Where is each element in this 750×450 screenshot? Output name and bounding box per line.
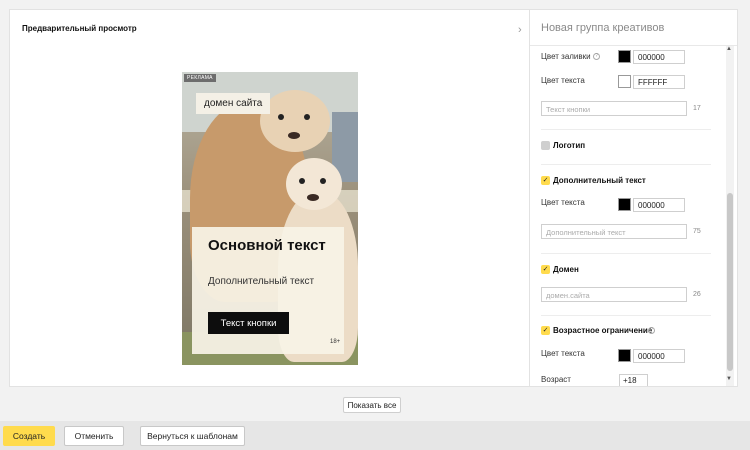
info-icon[interactable]: ? [648,327,655,334]
age-limit-checkbox[interactable]: ✓ [541,326,550,335]
ad-button: Текст кнопки [208,312,289,334]
extra-text-counter: 75 [693,228,701,235]
fill-color-label: Цвет заливки [541,52,591,61]
divider [541,129,711,130]
llama-eye [304,114,310,120]
llama-young-head [286,158,342,210]
back-to-templates-button[interactable]: Вернуться к шаблонам [140,426,245,446]
text-color-label: Цвет текста [541,76,585,85]
ad-badge: РЕКЛАМА [184,74,216,82]
divider [541,253,711,254]
age-text-color-label: Цвет текста [541,349,585,358]
divider [541,164,711,165]
ad-main-text: Основной текст [208,237,326,254]
scroll-up-icon[interactable]: ▲ [726,46,732,52]
logo-label: Логотип [553,141,586,150]
ad-extra-text: Дополнительный текст [208,276,315,287]
extra-text-checkbox[interactable]: ✓ [541,176,550,185]
domain-input[interactable]: домен.сайта [541,287,687,302]
extra-text-color-swatch[interactable] [618,198,631,211]
info-icon[interactable]: ? [593,53,600,60]
scrollbar-thumb[interactable] [727,193,733,371]
age-select[interactable]: +18 ▼ [619,374,648,386]
extra-text-color-input[interactable]: 000000 [633,198,685,212]
page: Предварительный просмотр › РЕКЛАМА домен… [0,0,750,450]
extra-text-color-label: Цвет текста [541,198,585,207]
llama-nose [288,132,300,139]
domain-checkbox[interactable]: ✓ [541,265,550,274]
button-text-counter: 17 [693,105,701,112]
chevron-right-icon[interactable]: › [518,24,522,36]
llama-nose [307,194,319,201]
divider [541,315,711,316]
ad-age-label: 18+ [330,339,341,345]
ad-domain: домен сайта [196,93,271,114]
settings-title: Новая группа креативов [541,22,665,34]
show-all-button[interactable]: Показать все [343,397,401,413]
ad-creative: РЕКЛАМА домен сайта Основной текст Допол… [182,72,358,365]
extra-text-input[interactable]: Дополнительный текст [541,224,687,239]
text-color-swatch[interactable] [618,75,631,88]
scroll-down-icon[interactable]: ▼ [726,376,732,382]
llama-adult-head [260,90,330,152]
age-text-color-input[interactable]: 000000 [633,349,685,363]
action-bar: Создать Отменить Вернуться к шаблонам [0,421,750,450]
age-label: Возраст [541,375,571,384]
divider [530,45,737,46]
age-limit-label: Возрастное ограничение [553,326,653,335]
cancel-button[interactable]: Отменить [64,426,124,446]
llama-eye [278,114,284,120]
preview-title: Предварительный просмотр [22,24,137,33]
llama-eye [299,178,305,184]
domain-label: Домен [553,265,579,274]
text-color-input[interactable]: FFFFFF [633,75,685,89]
extra-text-label: Дополнительный текст [553,176,646,185]
domain-counter: 26 [693,291,701,298]
create-button[interactable]: Создать [3,426,55,446]
button-text-input[interactable]: Текст кнопки [541,101,687,116]
age-text-color-swatch[interactable] [618,349,631,362]
logo-checkbox[interactable] [541,141,550,150]
ad-text-card: Основной текст Дополнительный текст Текс… [192,227,344,354]
preview-panel: Предварительный просмотр › РЕКЛАМА домен… [9,9,530,387]
fill-color-swatch[interactable] [618,50,631,63]
llama-eye [320,178,326,184]
fill-color-input[interactable]: 000000 [633,50,685,64]
age-select-value: +18 [623,376,637,385]
settings-panel: Новая группа креативов Цвет заливки ? 00… [530,9,738,387]
